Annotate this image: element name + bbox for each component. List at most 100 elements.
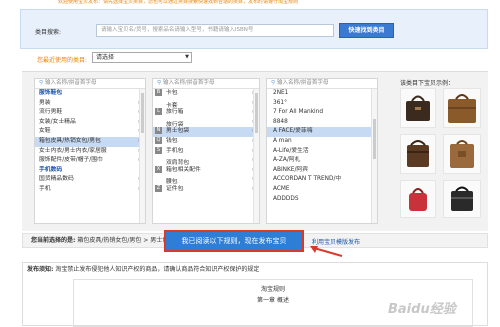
category-item[interactable]: 2NE1	[267, 89, 377, 99]
category-item[interactable]: 7 For All Mankind	[267, 108, 377, 118]
category-item[interactable]: 腰包›	[153, 175, 259, 185]
rules-title: 淘宝规则	[260, 286, 285, 293]
category-item[interactable]: A FACE/爱菲嗨	[267, 127, 377, 137]
search-icon: ⚲	[271, 80, 276, 86]
category-item-label: A-ZA/阿札	[273, 157, 301, 164]
category-item[interactable]: 旅行袋›	[153, 118, 259, 128]
letter-index-badge: X	[155, 165, 162, 173]
search-icon: ⚲	[157, 80, 162, 86]
column-search-input[interactable]: ⚲ 输入名称/拼音首字母	[35, 79, 145, 89]
category-item-label: 国货精品数码	[39, 176, 74, 183]
category-item-label: ADDDDS	[273, 195, 299, 202]
category-item[interactable]: 8848	[267, 118, 377, 128]
category-item[interactable]: B卡包›	[153, 89, 259, 99]
search-input[interactable]: 请输入宝贝名/货号，搜索品名请输入型号，书籍请输入ISBN号	[96, 24, 334, 37]
column-search-input[interactable]: ⚲ 输入名称/拼音首字母	[267, 79, 377, 89]
scrollbar[interactable]	[371, 89, 377, 223]
recent-category-label: 您最近使用的类目:	[37, 57, 88, 64]
category-item[interactable]: 卡套›	[153, 99, 259, 109]
letter-index-badge: S	[155, 146, 162, 154]
category-item-label: A-Life/爱生活	[273, 147, 309, 154]
category-search-box: 类目搜索: 请输入宝贝名/货号，搜索品名请输入型号，书籍请输入ISBN号 快速找…	[20, 9, 488, 49]
recent-category-value: 请选择	[96, 54, 115, 61]
sample-photo-bag[interactable]	[400, 134, 436, 174]
letter-index-badge: Q	[155, 136, 162, 144]
quick-find-category-button[interactable]: 快速找到类目	[339, 23, 394, 38]
category-item[interactable]: 女装/女士精品›	[35, 118, 145, 128]
category-item-label: ACCORDAN T TREND/中	[273, 176, 342, 183]
category-item-label: 服饰配件/皮带/帽子/围巾	[39, 157, 103, 164]
sample-photo-bag[interactable]	[400, 88, 436, 128]
category-item-label: 361°	[273, 99, 287, 106]
category-item-label: 服饰鞋包	[39, 90, 63, 96]
scrollbar[interactable]	[253, 89, 259, 223]
category-item-label: A man	[273, 137, 292, 144]
letter-index-badge: N	[155, 127, 162, 135]
category-item-label: 2NE1	[273, 90, 289, 96]
category-column-brand: ⚲ 输入名称/拼音首字母 2NE1 361° 7 For All Mankind 884…	[266, 78, 378, 224]
search-icon: ⚲	[39, 80, 44, 86]
samples-title: 该类目下宝贝示例：	[400, 80, 455, 87]
category-item-label: 男士包袋	[166, 128, 190, 135]
category-item-label: 箱包相关配件	[166, 166, 201, 173]
selected-category-label: 您当前选择的是:	[31, 237, 76, 244]
category-item-label: 钱包	[166, 137, 178, 144]
sample-photo-bag[interactable]	[443, 180, 481, 218]
category-item-label: 8848	[273, 118, 288, 125]
category-item-label: A FACE/爱菲嗨	[273, 128, 313, 135]
category-item[interactable]: 箱包皮具/热销女包/男包›	[35, 136, 145, 147]
category-item[interactable]: A-ZA/阿札	[267, 156, 377, 166]
category-item[interactable]: S手机包›	[153, 146, 259, 157]
letter-index-badge: L	[155, 108, 162, 116]
category-item[interactable]: ADDDDS	[267, 195, 377, 205]
category-item[interactable]: 服饰配件/皮带/帽子/围巾›	[35, 156, 145, 166]
notice-text: 淘宝禁止发布侵犯他人知识产权的商品，请确认商品符合知识产权保护的规定	[55, 266, 260, 273]
category-item-label: 旅行箱	[166, 109, 184, 116]
category-item[interactable]: 女鞋›	[35, 127, 145, 137]
category-item[interactable]: ACME	[267, 185, 377, 195]
sample-photo-bag[interactable]	[443, 134, 481, 174]
recent-category-select[interactable]: 请选择 ▼	[92, 52, 192, 63]
category-group-header: 服饰鞋包	[35, 89, 145, 99]
category-item-label: 手机包	[166, 147, 184, 154]
category-item[interactable]: ACCORDAN T TREND/中	[267, 175, 377, 185]
category-item[interactable]: X箱包相关配件›	[153, 165, 259, 176]
category-item[interactable]: A man	[267, 137, 377, 147]
category-item[interactable]: 女士内衣/男士内衣/家居服›	[35, 147, 145, 157]
sample-photo-bag[interactable]	[443, 88, 481, 128]
letter-index-badge: Z	[155, 184, 162, 192]
category-item[interactable]: Q钱包›	[153, 136, 259, 147]
category-item[interactable]: Z证件包›	[153, 184, 259, 195]
category-item-label: 女装/女士精品	[39, 118, 76, 125]
category-item-label: 女鞋	[39, 128, 51, 135]
category-item[interactable]: 男装›	[35, 99, 145, 109]
watermark-logo: Baidu经验	[388, 302, 456, 317]
category-item[interactable]: A-Life/爱生活	[267, 147, 377, 157]
category-item-label: 流行男鞋	[39, 109, 63, 116]
category-group-header: 手机数码	[35, 166, 145, 176]
category-item-label: 卡包	[166, 90, 178, 96]
scrollbar[interactable]	[139, 89, 145, 223]
letter-index-badge: B	[155, 89, 162, 96]
notice-head: 发布须知: 淘宝禁止发布侵犯他人知识产权的商品，请确认商品符合知识产权保护的规定	[23, 263, 487, 277]
category-item[interactable]: 361°	[267, 99, 377, 109]
category-item-label: 手机数码	[39, 166, 63, 173]
category-item[interactable]: 国货精品数码›	[35, 175, 145, 185]
category-column-level2: ⚲输入名称/拼音首字母 B卡包›卡套›L旅行箱›旅行袋›N男士包袋›Q钱包›S手…	[152, 78, 260, 224]
category-item-label: 手机	[39, 185, 51, 192]
category-item-label: 证件包	[166, 185, 184, 192]
category-item-label: 男装	[39, 99, 51, 106]
top-notice: 欢迎使用宝贝发布：请先选择宝贝类目，您也可以通过类目搜索快速找到合适的类目，发布…	[58, 0, 299, 5]
category-item-label: ACME	[273, 185, 290, 192]
category-item[interactable]: 双肩背包›	[153, 156, 259, 166]
publish-item-button[interactable]: 我已阅读以下规则，现在发布宝贝	[164, 230, 304, 252]
category-item[interactable]: L旅行箱›	[153, 108, 259, 118]
red-arrow-annotation	[310, 246, 343, 257]
category-item[interactable]: N男士包袋›	[153, 127, 259, 137]
sample-photo-bag[interactable]	[400, 180, 436, 218]
category-item-label: 7 For All Mankind	[273, 109, 324, 116]
category-item[interactable]: 手机›	[35, 185, 145, 195]
column-search-input[interactable]: ⚲ 输入名称/拼音首字母	[153, 79, 259, 89]
category-item[interactable]: ABINKE/阿宾	[267, 166, 377, 176]
category-item[interactable]: 流行男鞋›	[35, 108, 145, 118]
